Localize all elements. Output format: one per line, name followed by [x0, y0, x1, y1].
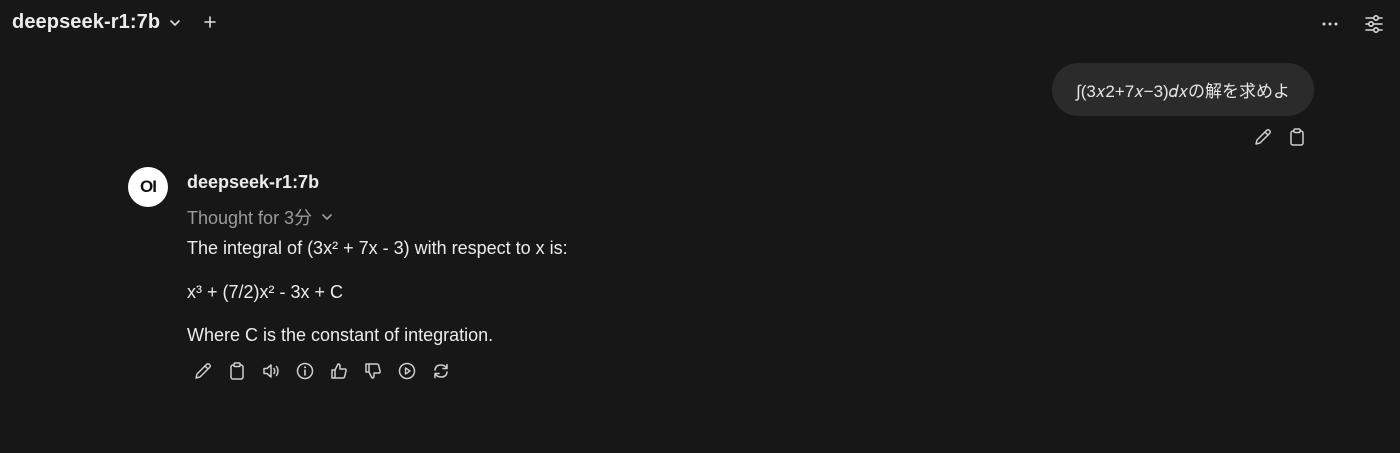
- user-message-bubble: ∫(3𝑥2+7𝑥−3)𝑑𝑥の解を求めよ: [1052, 63, 1314, 116]
- play-circle-icon: [397, 361, 417, 381]
- user-message-actions: [1252, 126, 1308, 148]
- chat-controls-button[interactable]: [1362, 12, 1386, 36]
- thought-label: Thought for 3分: [187, 208, 313, 228]
- edit-response-button[interactable]: [192, 360, 214, 382]
- assistant-paragraph: x³ + (7/2)x² - 3x + C: [187, 282, 344, 302]
- thumbs-down-icon: [363, 361, 383, 381]
- model-selector[interactable]: deepseek-r1:7b: [12, 11, 182, 34]
- copy-user-message-button[interactable]: [1286, 126, 1308, 148]
- assistant-paragraph: The integral of (3x² + 7x - 3) with resp…: [187, 238, 568, 258]
- thought-toggle[interactable]: Thought for 3分: [187, 204, 334, 230]
- assistant-model-name: deepseek-r1:7b: [187, 172, 320, 192]
- edit-icon: [1253, 127, 1273, 147]
- chevron-down-icon: [168, 16, 182, 30]
- chevron-down-icon: [320, 210, 334, 224]
- user-message-text: ∫(3𝑥2+7𝑥−3)𝑑𝑥の解を求めよ: [1076, 82, 1290, 101]
- speaker-icon: [261, 361, 281, 381]
- edit-icon: [193, 361, 213, 381]
- bad-response-button[interactable]: [362, 360, 384, 382]
- more-options-button[interactable]: [1318, 12, 1342, 36]
- sliders-icon: [1364, 15, 1384, 33]
- copy-response-button[interactable]: [226, 360, 248, 382]
- assistant-message-actions: [192, 360, 452, 382]
- model-name: deepseek-r1:7b: [12, 11, 161, 33]
- chat-window: deepseek-r1:7b ∫(3𝑥2+7𝑥−3)𝑑𝑥の解を求めよ OI de…: [0, 0, 1400, 453]
- info-icon: [295, 361, 315, 381]
- copy-icon: [227, 361, 247, 381]
- copy-icon: [1287, 127, 1307, 147]
- read-aloud-button[interactable]: [260, 360, 282, 382]
- plus-icon: [204, 16, 216, 28]
- edit-user-message-button[interactable]: [1252, 126, 1274, 148]
- regenerate-button[interactable]: [430, 360, 452, 382]
- regenerate-icon: [431, 361, 451, 381]
- assistant-avatar: OI: [128, 167, 168, 207]
- generation-info-button[interactable]: [294, 360, 316, 382]
- assistant-paragraph: Where C is the constant of integration.: [187, 325, 494, 345]
- new-chat-button[interactable]: [201, 13, 219, 31]
- top-bar: deepseek-r1:7b: [0, 0, 1400, 48]
- avatar-text: OI: [140, 177, 157, 196]
- thumbs-up-icon: [329, 361, 349, 381]
- ellipsis-icon: [1321, 21, 1339, 27]
- continue-response-button[interactable]: [396, 360, 418, 382]
- good-response-button[interactable]: [328, 360, 350, 382]
